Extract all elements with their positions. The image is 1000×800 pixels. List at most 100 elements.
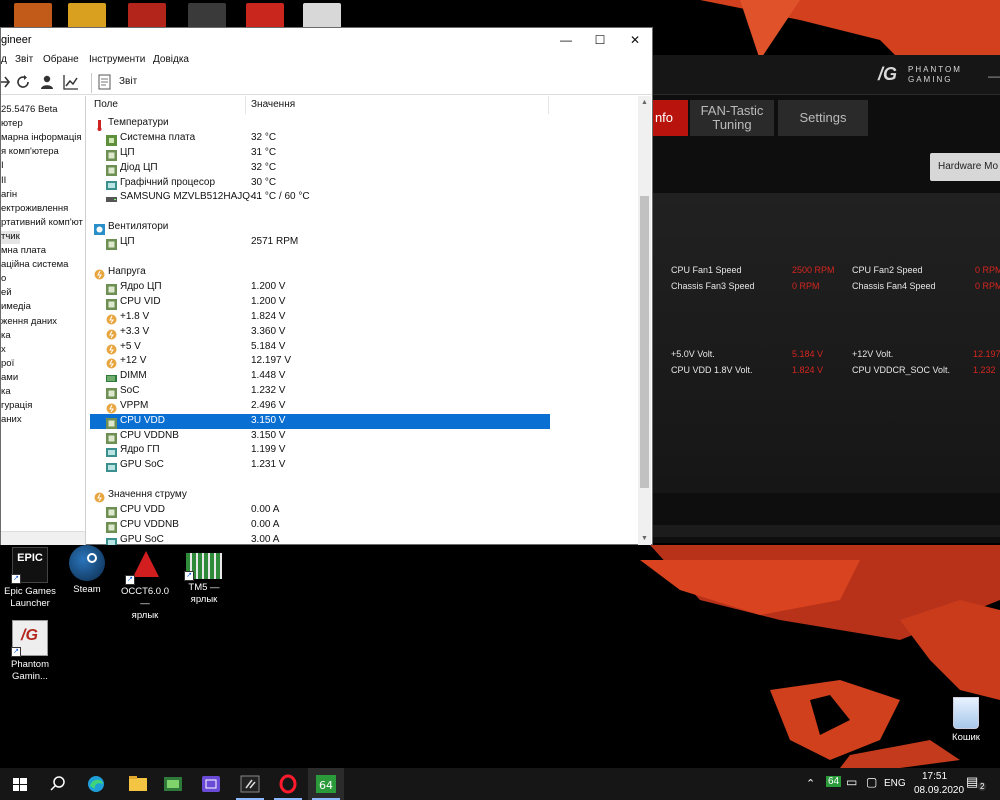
tree-item[interactable]: имедіа bbox=[1, 301, 31, 314]
taskbar-aida64[interactable]: 64 bbox=[308, 768, 344, 800]
hardware-monitor-button[interactable]: Hardware Mo bbox=[930, 153, 1000, 181]
tray-date[interactable]: 08.09.2020 bbox=[914, 785, 964, 796]
tree-item[interactable]: ами bbox=[1, 372, 18, 385]
tree-item[interactable]: х bbox=[1, 344, 6, 357]
tree-item[interactable]: ей bbox=[1, 287, 12, 300]
sensor-row[interactable]: CPU VDD 0.00 A bbox=[90, 503, 550, 519]
shortcut-phantom-gaming[interactable]: /G ↗ Phantom Gamin... bbox=[0, 620, 60, 683]
sensor-row[interactable]: +1.8 V 1.824 V bbox=[90, 310, 550, 325]
scroll-up-arrow[interactable]: ▲ bbox=[638, 96, 651, 109]
epic-tile-text: EPIC bbox=[17, 552, 43, 564]
tree-horizontal-scrollbar[interactable] bbox=[1, 531, 85, 545]
phantom-minimize-icon[interactable]: — bbox=[988, 69, 1000, 83]
shortcut-label-line1: TM5 — bbox=[188, 582, 220, 593]
tray-chevron-icon[interactable]: ⌃ bbox=[806, 777, 815, 790]
sensor-row[interactable]: Ядро ГП 1.199 V bbox=[90, 443, 550, 458]
list-vertical-scrollbar[interactable]: ▲ ▼ bbox=[638, 96, 651, 545]
column-header-field[interactable]: Поле bbox=[94, 96, 246, 114]
tray-aida64-badge[interactable]: 64 bbox=[826, 776, 842, 787]
sensor-row[interactable]: Ядро ЦП 1.200 V bbox=[90, 280, 550, 296]
tree-item[interactable]: I bbox=[1, 160, 4, 173]
taskbar-ryzen-master[interactable] bbox=[193, 768, 229, 800]
tree-item[interactable]: тчик bbox=[1, 230, 20, 244]
taskbar-edge[interactable] bbox=[78, 768, 114, 800]
taskbar-gpu-z[interactable] bbox=[155, 768, 191, 800]
tray-network-icon[interactable]: ▢ bbox=[866, 775, 877, 789]
tree-item[interactable]: аних bbox=[1, 414, 22, 427]
sensor-row[interactable]: SAMSUNG MZVLB512HAJQ-... 41 °C / 60 °C bbox=[90, 190, 550, 205]
tree-item[interactable]: II bbox=[1, 175, 6, 188]
shortcut-steam[interactable]: Steam bbox=[57, 545, 117, 596]
shortcut-tm5[interactable]: ↗ TM5 — ярлык bbox=[174, 547, 234, 606]
user-icon[interactable] bbox=[39, 74, 55, 90]
close-button[interactable]: ✕ bbox=[618, 28, 652, 53]
sensor-row[interactable]: Системна плата 32 °C bbox=[90, 131, 550, 146]
aida-titlebar[interactable]: gineer — ☐ ✕ bbox=[1, 28, 652, 53]
shortcut-occt[interactable]: ↗ OCCT6.0.0 — ярлык bbox=[115, 547, 175, 622]
shortcut-epic-games[interactable]: EPIC ↗ Epic Games Launcher bbox=[0, 547, 60, 610]
maximize-button[interactable]: ☐ bbox=[583, 28, 617, 53]
sensor-row[interactable]: CPU VDDNB 0.00 A bbox=[90, 518, 550, 533]
refresh-icon[interactable] bbox=[15, 74, 31, 90]
tab-fan-tastic-tuning[interactable]: FAN-Tastic Tuning bbox=[690, 100, 774, 136]
sensor-row[interactable]: +3.3 V 3.360 V bbox=[90, 325, 550, 340]
menu-favorites[interactable]: Обране bbox=[43, 54, 79, 65]
gpu-z-icon bbox=[164, 777, 182, 791]
sensor-row[interactable]: VPPM 2.496 V bbox=[90, 399, 550, 414]
tree-item[interactable]: гурація bbox=[1, 400, 32, 413]
taskbar-file-explorer[interactable] bbox=[120, 768, 156, 800]
scroll-down-arrow[interactable]: ▼ bbox=[638, 532, 651, 545]
sensor-row[interactable]: GPU SoC 3.00 A bbox=[90, 533, 550, 545]
tree-item[interactable]: марна інформація bbox=[1, 132, 82, 145]
menu-help[interactable]: Довідка bbox=[153, 54, 189, 65]
sensor-group[interactable]: Значення струму bbox=[90, 488, 550, 503]
tree-item[interactable]: ртативний комп'ют bbox=[1, 217, 83, 230]
sensor-group[interactable]: Напруга bbox=[90, 265, 550, 280]
sensor-row[interactable]: +12 V 12.197 V bbox=[90, 354, 550, 369]
tree-item[interactable]: о bbox=[1, 273, 6, 286]
sensor-row[interactable]: GPU SoC 1.231 V bbox=[90, 458, 550, 473]
tree-item[interactable]: ютер bbox=[1, 118, 23, 131]
tree-item[interactable]: агін bbox=[1, 189, 17, 202]
taskbar-phantom-gaming[interactable] bbox=[232, 768, 268, 800]
sensor-group[interactable]: Вентилятори bbox=[90, 220, 550, 236]
tree-item[interactable]: 25.5476 Beta bbox=[1, 104, 58, 117]
sensor-group[interactable]: Температури bbox=[90, 116, 550, 131]
sensor-field: CPU VDD bbox=[120, 414, 166, 426]
scroll-thumb[interactable] bbox=[640, 196, 649, 488]
tray-gpu-icon[interactable]: ▭ bbox=[846, 775, 857, 789]
tree-item[interactable]: рої bbox=[1, 358, 14, 371]
sensor-row[interactable]: CPU VDDNB 3.150 V bbox=[90, 429, 550, 444]
tab-settings[interactable]: Settings bbox=[778, 100, 868, 136]
start-button[interactable] bbox=[2, 768, 38, 800]
sensor-row[interactable]: Діод ЦП 32 °C bbox=[90, 161, 550, 176]
tree-item[interactable]: мна плата bbox=[1, 245, 46, 258]
sensor-row[interactable]: Графічний процесор 30 °C bbox=[90, 176, 550, 191]
sensor-row[interactable]: DIMM 1.448 V bbox=[90, 369, 550, 384]
shortcut-label-line1: OCCT6.0.0 — bbox=[120, 586, 170, 609]
minimize-button[interactable]: — bbox=[549, 28, 583, 53]
recycle-bin[interactable]: Кошик bbox=[936, 697, 996, 744]
tree-item[interactable]: ка bbox=[1, 386, 11, 399]
sensor-row[interactable]: CPU VDD 3.150 V bbox=[90, 413, 550, 429]
tree-item[interactable]: ження даних bbox=[1, 316, 57, 329]
column-header-value[interactable]: Значення bbox=[251, 96, 549, 114]
tree-item[interactable]: ка bbox=[1, 330, 11, 343]
tree-item[interactable]: я комп'ютера bbox=[1, 146, 59, 159]
search-button[interactable] bbox=[40, 768, 76, 800]
tray-time[interactable]: 17:51 bbox=[922, 771, 947, 782]
menu-file[interactable]: д bbox=[1, 54, 7, 65]
taskbar-opera[interactable] bbox=[270, 768, 306, 800]
sensor-row[interactable]: SoC 1.232 V bbox=[90, 384, 550, 400]
menu-report[interactable]: Звіт bbox=[15, 54, 33, 65]
sensor-row[interactable]: ЦП 31 °C bbox=[90, 146, 550, 161]
notification-icon[interactable]: ▤ bbox=[966, 774, 978, 790]
menu-tools[interactable]: Інструменти bbox=[89, 54, 145, 65]
sensor-row[interactable]: +5 V 5.184 V bbox=[90, 340, 550, 355]
tray-language[interactable]: ENG bbox=[884, 778, 906, 789]
tree-item[interactable]: аційна система bbox=[1, 259, 68, 272]
sensor-row[interactable]: ЦП 2571 RPM bbox=[90, 235, 550, 251]
sensor-row[interactable]: CPU VID 1.200 V bbox=[90, 295, 550, 310]
chart-icon[interactable] bbox=[63, 74, 79, 90]
tree-item[interactable]: ектроживлення bbox=[1, 203, 68, 216]
